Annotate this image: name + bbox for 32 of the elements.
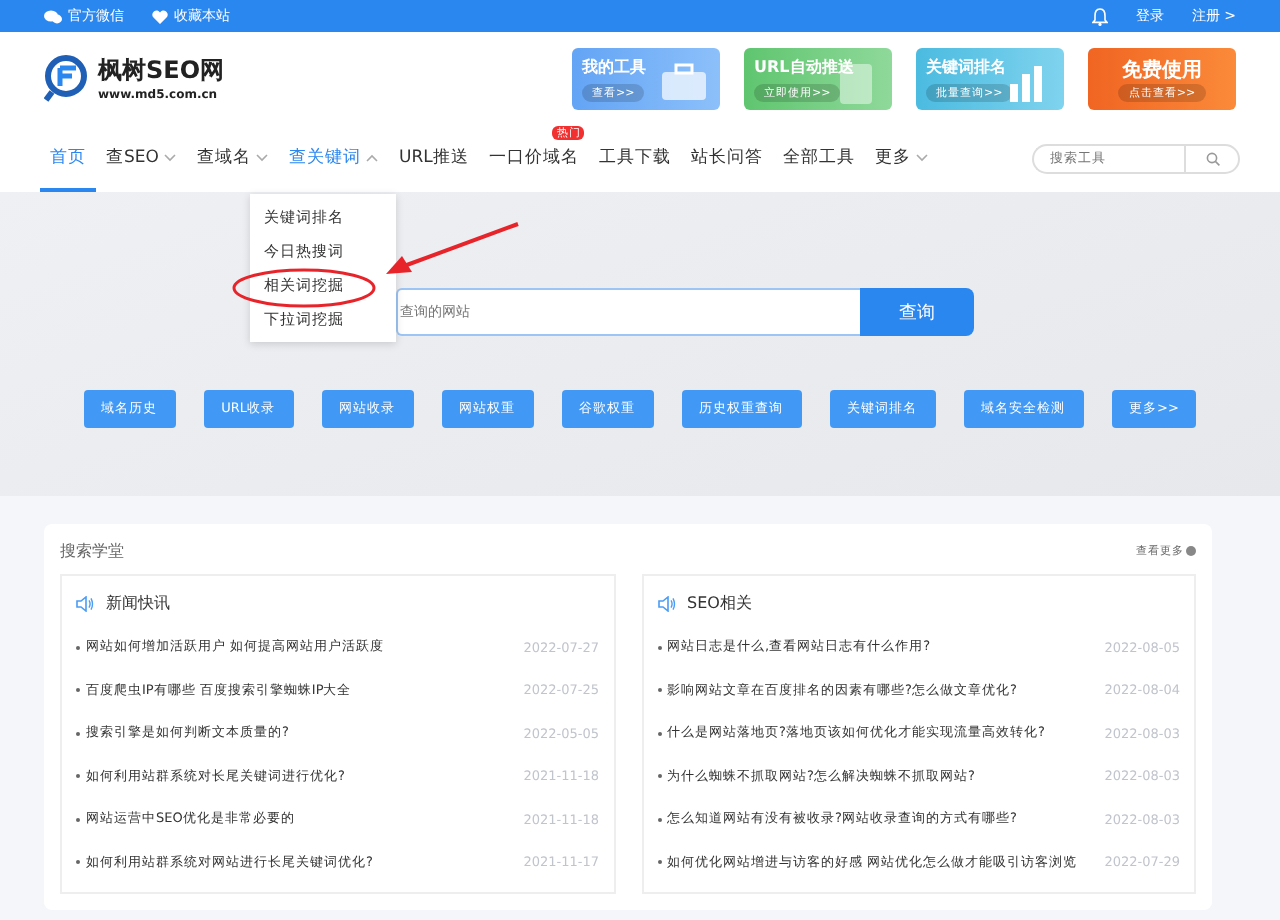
nav-tab[interactable]: 查关键词 xyxy=(278,124,389,192)
chat-icon xyxy=(44,9,62,23)
chevron-icon xyxy=(916,154,929,162)
query-button[interactable]: 查询 xyxy=(860,288,974,336)
heart-icon xyxy=(152,9,168,23)
section-title: 搜索学堂 xyxy=(60,540,124,562)
logo-icon xyxy=(44,54,92,102)
nav-tab[interactable]: 站长问答 xyxy=(680,124,773,192)
banner-title: 关键词排名 xyxy=(926,55,1008,77)
briefcase-icon xyxy=(660,61,708,105)
chevron-icon xyxy=(366,154,379,162)
nav-tab[interactable]: 查域名 xyxy=(186,124,279,192)
nav-tab[interactable]: 查SEO xyxy=(96,124,187,192)
nav-tab[interactable]: 首页 xyxy=(40,124,96,192)
nav-tab[interactable]: 更多 xyxy=(864,124,939,192)
panel-title: SEO相关 xyxy=(687,592,752,614)
logo-name: 枫树SEO网 xyxy=(98,54,225,88)
nav-tab[interactable]: 工具下载 xyxy=(588,124,681,192)
nav-tab[interactable]: 全部工具 xyxy=(772,124,865,192)
banner-title: 我的工具 xyxy=(582,55,648,77)
banner-title: 免费使用 xyxy=(1122,57,1202,83)
banner-title: URL自动推送 xyxy=(754,55,856,77)
chevron-icon xyxy=(164,154,177,162)
speaker-icon xyxy=(76,595,94,611)
search-icon xyxy=(1205,151,1219,165)
bell-icon[interactable] xyxy=(1091,7,1108,25)
speaker-icon xyxy=(657,595,675,611)
search-button[interactable] xyxy=(1184,143,1240,173)
nav-tab[interactable]: URL推送 xyxy=(388,124,479,192)
chevron-icon xyxy=(256,154,269,162)
pointer-arrow-overlay xyxy=(384,222,520,278)
panel-title: 新闻快讯 xyxy=(106,592,170,614)
